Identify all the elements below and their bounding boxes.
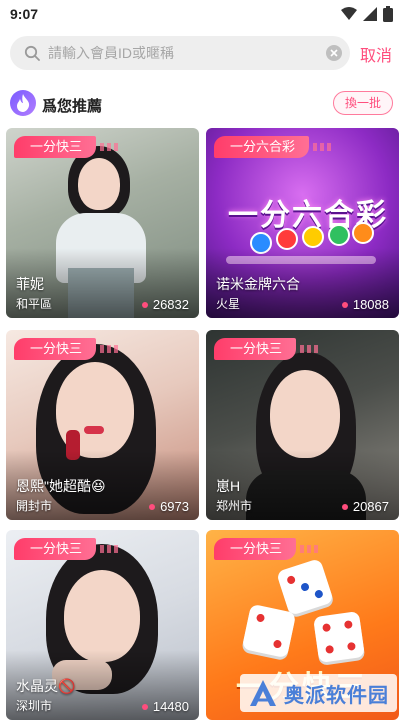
streamer-name: 崽H bbox=[216, 478, 241, 494]
signal-icon bbox=[363, 7, 377, 21]
dice-icon bbox=[313, 611, 365, 663]
viewer-count: 26832 bbox=[141, 297, 189, 312]
status-icons bbox=[341, 6, 393, 22]
watermark: 奥派软件园 bbox=[240, 674, 397, 712]
game-tag: 一分快三 bbox=[14, 538, 119, 560]
lottery-ball-icon bbox=[328, 224, 350, 246]
game-tag: 一分快三 bbox=[14, 338, 119, 360]
streamer-city: 開封市 bbox=[16, 499, 53, 513]
stream-card[interactable]: 一分快三 恩熙"她超酷😆 開封市 6973 bbox=[6, 330, 199, 520]
lottery-ball-icon bbox=[352, 222, 374, 244]
stream-card[interactable]: 一分六合彩 一分六合彩 诺米金牌六合 火星 18088 bbox=[206, 128, 399, 318]
live-dot-icon bbox=[341, 301, 348, 308]
streamer-city: 郑州市 bbox=[216, 499, 253, 513]
battery-icon bbox=[383, 6, 393, 22]
streamer-city: 和平區 bbox=[16, 297, 53, 311]
live-dot-icon bbox=[341, 503, 348, 510]
stream-card[interactable]: 一分快三 崽H 郑州市 20867 bbox=[206, 330, 399, 520]
streamer-city: 火星 bbox=[216, 297, 241, 311]
watermark-text: 奥派软件园 bbox=[284, 684, 389, 707]
streamer-name: 恩熙"她超酷😆 bbox=[16, 478, 106, 494]
cancel-button[interactable]: 取消 bbox=[360, 42, 392, 66]
live-dot-icon bbox=[141, 301, 148, 308]
game-tag: 一分快三 bbox=[14, 136, 119, 158]
dice-icon bbox=[276, 558, 334, 616]
status-time: 9:07 bbox=[10, 6, 39, 22]
search-input[interactable] bbox=[48, 36, 318, 70]
search-icon bbox=[24, 45, 40, 61]
game-tag: 一分快三 bbox=[214, 538, 319, 560]
section-title: 爲您推薦 bbox=[42, 98, 103, 115]
refresh-button[interactable]: 換一批 bbox=[333, 91, 393, 115]
viewer-count: 6973 bbox=[149, 499, 189, 514]
wifi-icon bbox=[341, 7, 357, 20]
lottery-ball-icon bbox=[302, 226, 324, 248]
streamer-name: 水晶灵🚫 bbox=[16, 678, 76, 694]
dice-icon bbox=[241, 603, 297, 659]
viewer-count: 18088 bbox=[341, 297, 389, 312]
clear-icon[interactable] bbox=[326, 45, 342, 61]
game-tag: 一分快三 bbox=[214, 338, 319, 360]
aupai-logo-icon bbox=[250, 680, 276, 706]
stream-card[interactable]: 一分快三 水晶灵🚫 深圳市 14480 bbox=[6, 530, 199, 720]
stream-card[interactable]: 一分快三 菲妮 和平區 26832 bbox=[6, 128, 199, 318]
live-dot-icon bbox=[141, 703, 148, 710]
game-tag: 一分六合彩 bbox=[214, 136, 332, 158]
viewer-count: 20867 bbox=[341, 499, 389, 514]
flame-icon bbox=[10, 90, 36, 116]
viewer-count: 14480 bbox=[141, 699, 189, 714]
lottery-ball-icon bbox=[276, 228, 298, 250]
streamer-city: 深圳市 bbox=[16, 699, 53, 713]
status-bar: 9:07 bbox=[0, 0, 405, 28]
streamer-name: 诺米金牌六合 bbox=[216, 276, 300, 292]
streamer-name: 菲妮 bbox=[16, 276, 44, 292]
search-box[interactable] bbox=[10, 36, 350, 70]
section-header: 爲您推薦 換一批 bbox=[10, 90, 395, 118]
live-dot-icon bbox=[149, 503, 156, 510]
